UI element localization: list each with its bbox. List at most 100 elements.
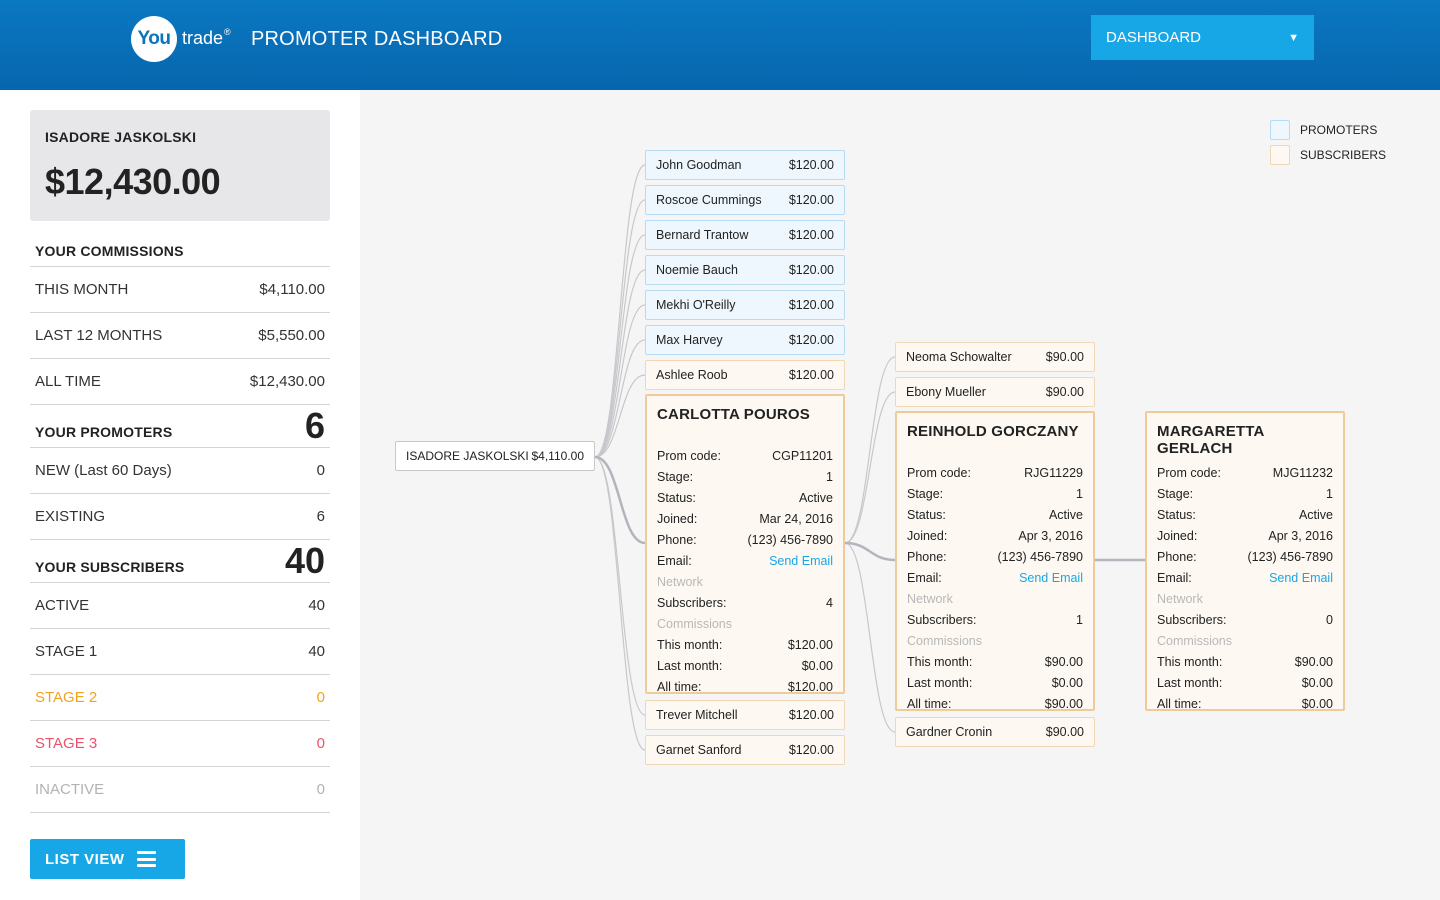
- node-amount: $120.00: [788, 263, 834, 277]
- stat-label: ACTIVE: [35, 597, 90, 614]
- view-select-dropdown[interactable]: DASHBOARD ▼: [1091, 15, 1314, 60]
- detail-label: Email:: [907, 570, 942, 585]
- tree-node-subscriber[interactable]: Ashlee Roob $120.00: [645, 360, 845, 390]
- node-name: Garnet Sanford: [656, 743, 742, 757]
- user-name: ISADORE JASKOLSKI: [45, 129, 197, 145]
- detail-row-this-month: This month: $120.00: [657, 634, 833, 655]
- stat-value: 40: [308, 597, 325, 614]
- detail-value: $0.00: [801, 658, 833, 673]
- detail-row-subscribers: Subscribers: 4: [657, 592, 833, 613]
- node-amount: $120.00: [788, 743, 834, 757]
- tree-node-promoter[interactable]: Bernard Trantow $120.00: [645, 220, 845, 250]
- detail-row-prom-code: Prom code: MJG11232: [1157, 462, 1333, 483]
- subscribers-heading: YOUR SUBSCRIBERS: [35, 559, 185, 575]
- detail-section-commissions: Commissions: [657, 616, 733, 631]
- network-tree-area: PROMOTERS SUBSCRIBERS ISADORE JASKOLSKI …: [360, 90, 1440, 900]
- detail-row-last-month: Last month: $0.00: [1157, 672, 1333, 693]
- tree-node-promoter[interactable]: Roscoe Cummings $120.00: [645, 185, 845, 215]
- stat-label: INACTIVE: [35, 781, 105, 798]
- logo-wordmark: trade: [182, 27, 224, 48]
- tree-node-subscriber[interactable]: Garnet Sanford $120.00: [645, 735, 845, 765]
- detail-value: $0.00: [1301, 696, 1333, 711]
- node-amount: $120.00: [788, 298, 834, 312]
- detail-label: Prom code:: [1157, 465, 1221, 480]
- detail-row-this-month: This month: $90.00: [1157, 651, 1333, 672]
- node-amount: $90.00: [1045, 725, 1084, 739]
- node-name: Bernard Trantow: [656, 228, 749, 242]
- detail-value: $0.00: [1301, 675, 1333, 690]
- node-amount: $120.00: [788, 228, 834, 242]
- detail-label: Last month:: [907, 675, 973, 690]
- promoter-detail-card[interactable]: CARLOTTA POUROS Prom code: CGP11201 Stage…: [645, 394, 845, 694]
- detail-label: Last month:: [657, 658, 723, 673]
- tree-node-promoter[interactable]: Noemie Bauch $120.00: [645, 255, 845, 285]
- tree-node-promoter[interactable]: Max Harvey $120.00: [645, 325, 845, 355]
- detail-value: $90.00: [1044, 654, 1083, 669]
- detail-label: This month:: [657, 637, 723, 652]
- node-name: Roscoe Cummings: [656, 193, 762, 207]
- detail-label: Last month:: [1157, 675, 1223, 690]
- node-amount: $120.00: [788, 333, 834, 347]
- tree-node-root[interactable]: ISADORE JASKOLSKI $4,110.00: [395, 441, 595, 471]
- detail-row-subscribers: Subscribers: 1: [907, 609, 1083, 630]
- detail-label: Phone:: [1157, 549, 1197, 564]
- tree-node-subscriber[interactable]: Neoma Schowalter $90.00: [895, 342, 1095, 372]
- tree-node-subscriber[interactable]: Gardner Cronin $90.00: [895, 717, 1095, 747]
- promoter-detail-card[interactable]: REINHOLD GORCZANY Prom code: RJG11229 Sta…: [895, 411, 1095, 711]
- detail-row-status: Status: Active: [1157, 504, 1333, 525]
- promoters-count: 6: [304, 405, 325, 446]
- stat-row-stage-2: STAGE 2 0: [30, 675, 330, 721]
- detail-row-all-time: All time: $0.00: [1157, 693, 1333, 714]
- send-email-link[interactable]: Send Email: [769, 554, 833, 568]
- detail-row-phone: Phone: (123) 456-7890: [907, 546, 1083, 567]
- node-amount: $120.00: [788, 708, 834, 722]
- stat-label: STAGE 2: [35, 689, 98, 706]
- tree-node-subscriber[interactable]: Ebony Mueller $90.00: [895, 377, 1095, 407]
- detail-value: (123) 456-7890: [997, 549, 1083, 564]
- detail-value: MJG11232: [1272, 465, 1333, 480]
- detail-row-joined: Joined: Mar 24, 2016: [657, 508, 833, 529]
- node-name: Neoma Schowalter: [906, 350, 1012, 364]
- stat-value: $5,550.00: [258, 327, 325, 344]
- node-name: Max Harvey: [656, 333, 723, 347]
- detail-value: 1: [826, 469, 833, 484]
- tree-node-promoter[interactable]: John Goodman $120.00: [645, 150, 845, 180]
- node-name: Trever Mitchell: [656, 708, 738, 722]
- list-view-label: LIST VIEW: [45, 850, 125, 868]
- detail-value: Apr 3, 2016: [1268, 528, 1333, 543]
- send-email-link[interactable]: Send Email: [1019, 571, 1083, 585]
- promoters-heading-row: YOUR PROMOTERS 6: [30, 405, 330, 448]
- detail-value: $0.00: [1051, 675, 1083, 690]
- detail-row-email: Email: Send Email: [1157, 567, 1333, 588]
- youtrade-logo[interactable]: You trade ®: [131, 16, 231, 62]
- detail-label: Prom code:: [657, 448, 721, 463]
- stat-row-stage-1: STAGE 1 40: [30, 629, 330, 675]
- app-header: You trade ® PROMOTER DASHBOARD DASHBOARD…: [0, 0, 1440, 90]
- logo-mark: You: [131, 16, 177, 62]
- list-view-button[interactable]: LIST VIEW: [30, 839, 185, 879]
- detail-label: Stage:: [657, 469, 694, 484]
- stat-row-stage-3: STAGE 3 0: [30, 721, 330, 767]
- tree-node-subscriber[interactable]: Trever Mitchell $120.00: [645, 700, 845, 730]
- node-name: Mekhi O'Reilly: [656, 298, 736, 312]
- node-name: Ashlee Roob: [656, 368, 728, 382]
- detail-value: CGP11201: [772, 448, 833, 463]
- page-title: PROMOTER DASHBOARD: [251, 28, 503, 50]
- detail-row-all-time: All time: $120.00: [657, 676, 833, 697]
- logo-registered-mark: ®: [224, 27, 231, 37]
- node-amount: $4,110.00: [531, 449, 585, 463]
- commissions-heading: YOUR COMMISSIONS: [35, 243, 184, 259]
- total-earnings: $12,430.00: [45, 161, 221, 202]
- detail-value: 1: [1076, 612, 1083, 627]
- send-email-link[interactable]: Send Email: [1269, 571, 1333, 585]
- tree-node-promoter[interactable]: Mekhi O'Reilly $120.00: [645, 290, 845, 320]
- detail-label: Joined:: [907, 528, 948, 543]
- promoter-detail-card[interactable]: MARGARETTA GERLACH Prom code: MJG11232 St…: [1145, 411, 1345, 711]
- subscribers-heading-row: YOUR SUBSCRIBERS 40: [30, 540, 330, 583]
- detail-label: Stage:: [1157, 486, 1194, 501]
- node-name: Noemie Bauch: [656, 263, 738, 277]
- stat-value: 40: [308, 643, 325, 660]
- node-name: Ebony Mueller: [906, 385, 986, 399]
- detail-section-network: Network: [657, 574, 703, 589]
- detail-row-prom-code: Prom code: RJG11229: [907, 462, 1083, 483]
